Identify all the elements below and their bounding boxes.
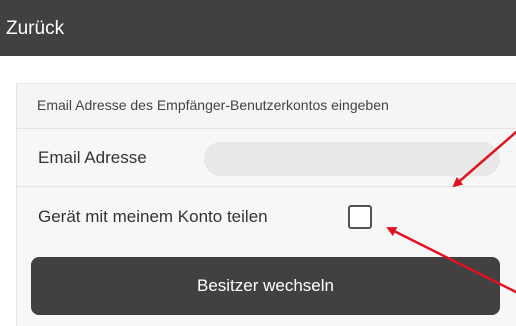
change-owner-button[interactable]: Besitzer wechseln [31, 257, 500, 315]
top-bar: Zurück [0, 0, 516, 56]
share-device-label: Gerät mit meinem Konto teilen [38, 207, 268, 226]
email-field[interactable] [204, 142, 500, 176]
back-link[interactable]: Zurück [6, 18, 64, 40]
card-header: Email Adresse des Empfänger-Benutzerkont… [17, 84, 516, 129]
card-title: Email Adresse des Empfänger-Benutzerkont… [37, 97, 389, 113]
share-device-checkbox[interactable] [348, 205, 372, 229]
transfer-owner-card: Email Adresse des Empfänger-Benutzerkont… [16, 83, 516, 326]
share-device-row: Gerät mit meinem Konto teilen [17, 187, 516, 247]
email-label: Email Adresse [38, 148, 147, 167]
email-row: Email Adresse [17, 129, 516, 187]
